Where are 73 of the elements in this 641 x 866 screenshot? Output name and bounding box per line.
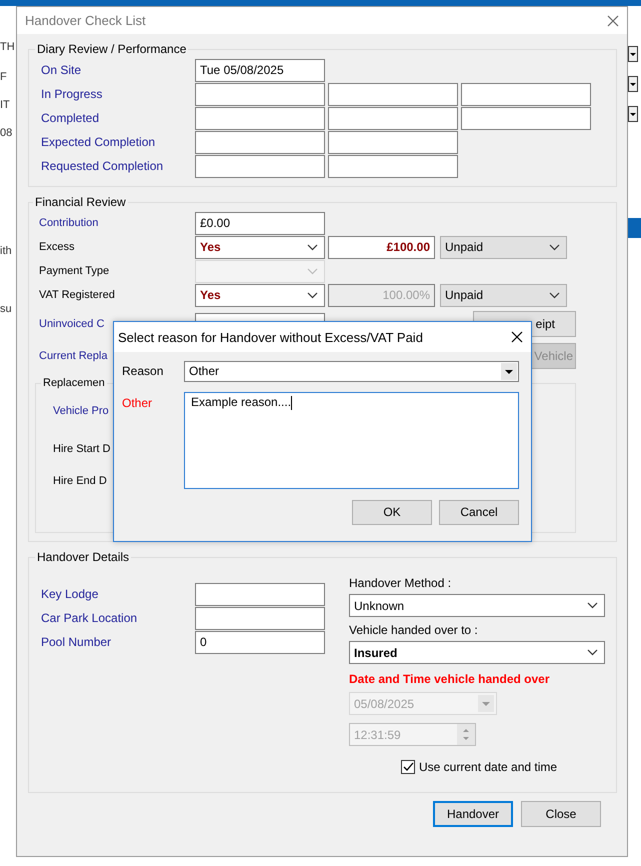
field-label: Car Park Location <box>41 611 138 625</box>
background-text: ith <box>0 244 13 258</box>
text-field[interactable] <box>461 106 591 130</box>
chevron-icon <box>307 292 318 298</box>
text-field[interactable] <box>195 606 325 630</box>
field-label: Excess <box>39 241 76 253</box>
dialog-button[interactable]: OK <box>352 500 432 524</box>
close-icon[interactable] <box>511 331 523 343</box>
field-label: Pool Number <box>41 635 112 649</box>
background-text: su <box>0 302 13 316</box>
dialog-button[interactable]: Handover <box>433 801 513 827</box>
checkbox[interactable] <box>401 760 415 774</box>
group-title: Diary Review / Performance <box>36 42 188 56</box>
field-label: On Site <box>41 63 82 77</box>
field-label: Hire End D <box>53 475 108 487</box>
text-field[interactable] <box>195 106 325 130</box>
background-text: IT <box>0 98 11 112</box>
field-label: Reason <box>122 364 164 378</box>
text-field[interactable] <box>195 582 325 606</box>
text-field[interactable] <box>195 130 325 154</box>
field-label: Requested Completion <box>41 159 164 173</box>
dropdown[interactable]: Yes <box>195 284 325 306</box>
field-label: Vehicle handed over to : <box>349 623 479 637</box>
text-field[interactable] <box>328 106 458 130</box>
chevron-icon <box>549 292 560 298</box>
field-label: Payment Type <box>39 265 110 277</box>
text-field[interactable] <box>461 82 591 106</box>
text-area[interactable]: Example reason.... <box>184 392 519 489</box>
dropdown[interactable]: Yes <box>195 236 325 258</box>
amount-field[interactable]: £100.00 <box>328 236 435 258</box>
dialog-button[interactable]: Cancel <box>439 500 519 524</box>
chevron-icon <box>549 244 560 250</box>
text-field[interactable] <box>195 154 325 178</box>
field-label: Hire Start D <box>53 443 112 455</box>
field-label: Handover Method : <box>349 576 452 590</box>
background-text: TH <box>0 40 16 54</box>
text-field[interactable]: 0 <box>195 630 325 654</box>
field-label: Date and Time vehicle handed over <box>349 672 551 686</box>
checkbox-label: Use current date and time <box>419 760 558 774</box>
text-field[interactable]: Tue 05/08/2025 <box>195 58 325 82</box>
field-label: Completed <box>41 111 100 125</box>
field-label: Key Lodge <box>41 587 100 601</box>
group-title: Financial Review <box>34 195 127 209</box>
text-field[interactable] <box>328 130 458 154</box>
chevron-icon <box>587 602 598 609</box>
dialog-button[interactable]: Close <box>521 801 601 827</box>
dialog-title: Select reason for Handover without Excess/VAT Paid <box>118 330 423 344</box>
group-title: Handover Details <box>36 550 130 564</box>
text-field[interactable]: £0.00 <box>195 212 325 234</box>
chevron-icon <box>587 649 598 656</box>
background-text: 08 <box>0 126 14 140</box>
window-title: Handover Check List <box>25 13 146 28</box>
field-label: In Progress <box>41 87 104 101</box>
text-field[interactable] <box>195 82 325 106</box>
field-label: Vehicle Pro <box>53 405 110 417</box>
text-field[interactable] <box>328 154 458 178</box>
chevron-icon <box>307 268 318 274</box>
field-label: Current Repla <box>39 350 108 362</box>
chevron-icon <box>307 244 318 250</box>
status-dropdown[interactable]: Unpaid <box>440 284 567 306</box>
dropdown[interactable]: Unknown <box>349 594 605 617</box>
status-dropdown[interactable]: Unpaid <box>440 236 567 258</box>
text-field[interactable] <box>328 82 458 106</box>
text-cursor <box>291 396 292 410</box>
dropdown[interactable]: Other <box>184 360 519 382</box>
group-title: Replacemen <box>42 377 106 389</box>
field-label: Contribution <box>39 217 100 229</box>
field-label: Other <box>122 396 154 410</box>
dropdown[interactable]: Insured <box>349 641 605 664</box>
field-label: VAT Registered <box>39 289 116 301</box>
background-text: F <box>0 70 8 84</box>
field-label: Uninvoiced C <box>39 318 106 330</box>
field-label: Expected Completion <box>41 135 156 149</box>
